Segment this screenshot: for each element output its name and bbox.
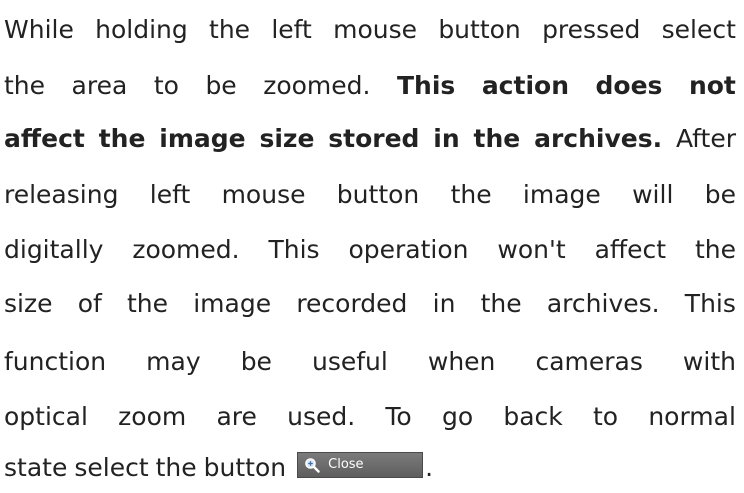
text-line: the area to be zoomed. This action does not [4,66,736,106]
word: normal [648,402,736,431]
bold-word: does [595,71,663,100]
word: useful [311,347,388,376]
word: holding [95,15,188,44]
word: To [385,402,412,431]
word: image [522,180,601,209]
word: left [271,15,312,44]
word: releasing [4,180,119,209]
bold-word: action [481,71,569,100]
word: size [4,289,53,318]
word: will [632,180,674,209]
word: may [146,347,201,376]
word: function [4,347,107,376]
word: back [503,402,563,431]
text-line: size of the image recorded in the archives. This [4,284,736,324]
zoom-magnifier-icon [305,458,320,473]
word: the [480,289,522,318]
word: This [684,289,736,318]
word: won't [497,235,566,264]
word: recorded [296,289,408,318]
word: button [336,180,420,209]
word: mouse [221,180,306,209]
text-line: releasing left mouse button the image will be [4,175,736,215]
text-line: digitally zoomed. This operation won't affect… [4,230,736,270]
word: zoom [118,402,187,431]
word: the [127,289,169,318]
word: zoomed. [263,71,371,100]
bold-word: archives. [534,124,663,153]
word: operation [348,235,469,264]
bold-word: stored [328,124,420,153]
close-button[interactable]: Close [297,452,424,478]
word: used. [287,402,356,431]
word: area [71,71,128,100]
bold-word: in [433,124,460,153]
text-line: function may be useful when cameras with [4,342,736,382]
word: to [153,71,179,100]
word: the [155,453,197,482]
word: archives. [546,289,660,318]
word: be [704,180,736,209]
word: be [205,71,237,100]
bold-word: not [688,71,736,100]
word: After [675,124,736,153]
word: the [4,71,46,100]
word: the [209,15,251,44]
sentence-period: . [425,453,434,482]
word: are [216,402,257,431]
word: of [77,289,102,318]
word: the [450,180,492,209]
word: the [694,235,736,264]
word: select [74,453,149,482]
word: be [240,347,272,376]
bold-word: the [473,124,521,153]
word: While [4,15,74,44]
word: state [4,453,68,482]
word: go [441,402,474,431]
text-line: affect the image size stored in the archives. Af… [4,119,736,159]
word: mouse [333,15,418,44]
word: zoomed. [132,235,240,264]
word: when [427,347,496,376]
bold-word: the [98,124,146,153]
word: button [438,15,521,44]
word: pressed [542,15,641,44]
word: select [661,15,736,44]
word: with [682,347,736,376]
word: left [149,180,191,209]
bold-word: affect [4,124,85,153]
bold-word: image [159,124,246,153]
word: image [193,289,272,318]
word: to [592,402,619,431]
close-button-label: Close [328,457,364,472]
word: button [203,453,287,482]
word: cameras [535,347,643,376]
word: affect [594,235,667,264]
text-line: optical zoom are used. To go back to normal [4,397,736,437]
bold-word: This [396,71,456,100]
word: in [432,289,456,318]
text-line: While holding the left mouse button pressed sel… [4,10,736,50]
text-line: state select the button Close. [4,448,736,488]
bold-word: size [259,124,315,153]
word: This [268,235,320,264]
word: optical [4,402,88,431]
word: digitally [4,235,104,264]
